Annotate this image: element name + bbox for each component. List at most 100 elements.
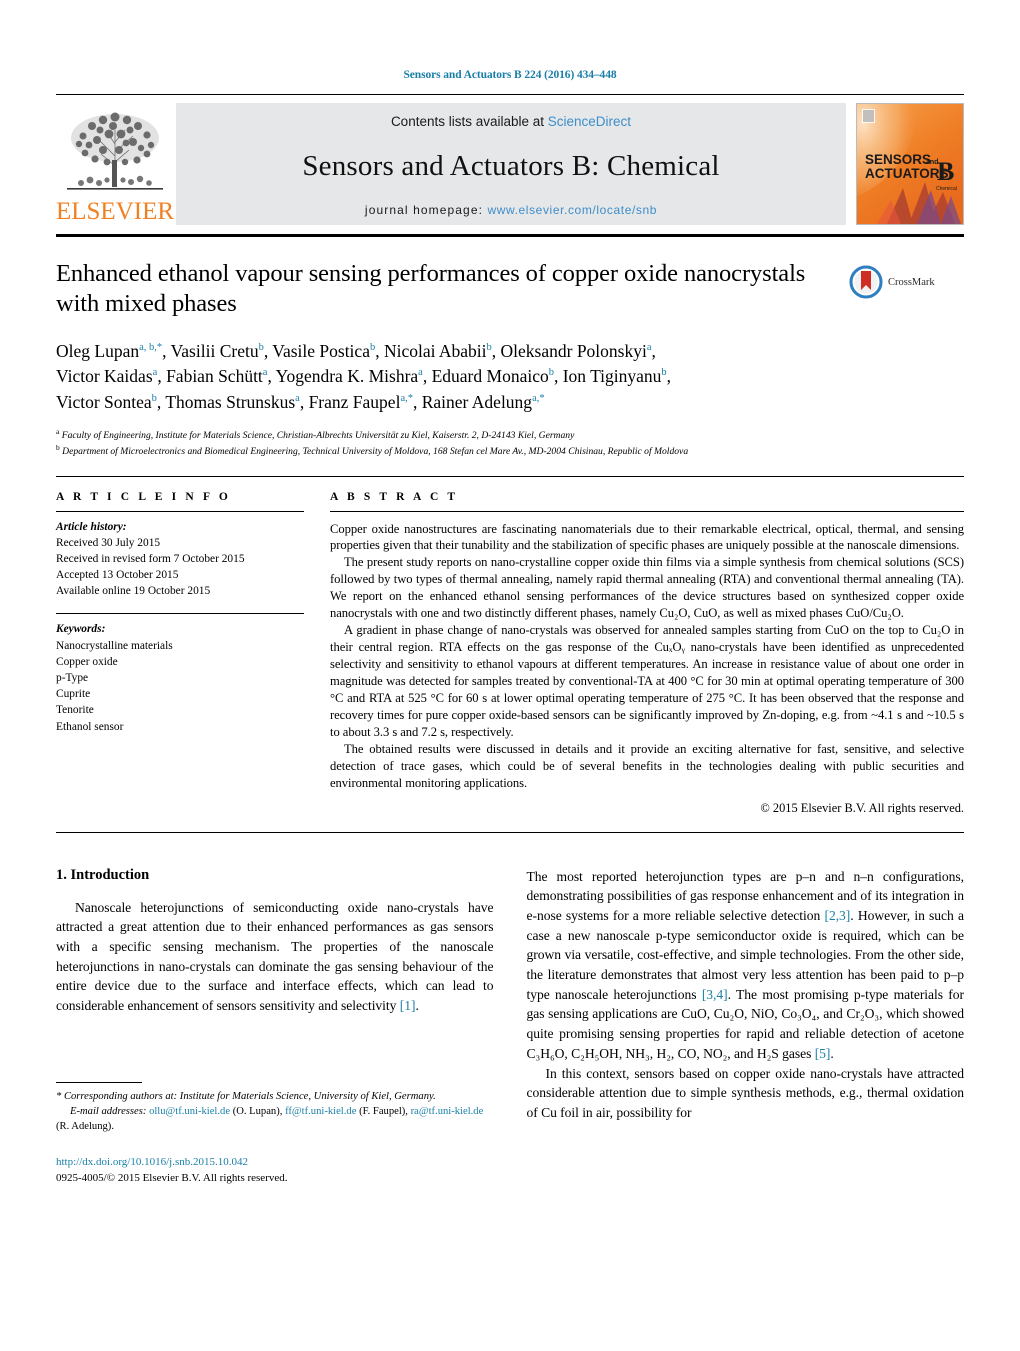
footnote-area: * Corresponding authors at: Institute fo…	[56, 1081, 494, 1187]
affiliation-a: a Faculty of Engineering, Institute for …	[56, 426, 575, 442]
abstract-paragraph: Copper oxide nanostructures are fascinat…	[330, 521, 964, 553]
affiliations: a Faculty of Engineering, Institute for …	[56, 427, 964, 459]
keyword-item: Tenorite	[56, 704, 94, 717]
journal-title: Sensors and Actuators B: Chemical	[302, 149, 720, 182]
keyword-item: Copper oxide	[56, 655, 118, 668]
crossmark-badge[interactable]: CrossMark	[849, 265, 964, 299]
paper-page: Sensors and Actuators B 224 (2016) 434–4…	[0, 0, 1020, 1351]
elsevier-tree-icon	[67, 112, 163, 190]
email-link[interactable]: ff@tf.uni-kiel.de	[285, 1106, 356, 1117]
author-affil-marker: b	[151, 393, 157, 405]
author-affil-marker: a, b,*	[139, 341, 163, 353]
email-owner: (F. Faupel)	[359, 1106, 406, 1117]
email-addresses-note: E-mail addresses: ollu@tf.uni-kiel.de (O…	[56, 1106, 484, 1133]
author-affil-marker: b	[661, 367, 667, 379]
cover-letter-b: B	[937, 157, 954, 186]
journal-homepage-line: journal homepage: www.elsevier.com/locat…	[365, 203, 657, 217]
intro-paragraph-left: Nanoscale heterojunctions of semiconduct…	[56, 899, 494, 1014]
homepage-prefix: journal homepage:	[364, 203, 488, 217]
masthead-center-panel: Contents lists available at ScienceDirec…	[176, 103, 846, 225]
divider-below-masthead	[56, 234, 964, 237]
doi-block: http://dx.doi.org/10.1016/j.snb.2015.10.…	[56, 1154, 494, 1187]
divider-below-title	[56, 475, 964, 477]
svg-text:Chemical: Chemical	[936, 186, 957, 192]
abstract-paragraph: The present study reports on nano-crysta…	[330, 555, 964, 621]
crossmark-label: CrossMark	[888, 276, 935, 288]
contents-prefix: Contents lists available at	[390, 114, 548, 129]
author-affil-marker: a	[152, 367, 158, 379]
author-affil-marker: a	[262, 367, 268, 379]
journal-cover-thumbnail[interactable]: SENSORS and ACTUATORS B Chemical	[856, 103, 964, 225]
keyword-item: Ethanol sensor	[56, 720, 124, 733]
keywords-block: Keywords: Nanocrystalline materials Copp…	[56, 621, 304, 734]
intro-paragraph-right-1: The most reported heterojunction types a…	[526, 868, 965, 1061]
affiliation-a-text: Faculty of Engineering, Institute for Ma…	[61, 430, 575, 442]
info-abstract-region: A R T I C L E I N F O Article history: R…	[56, 491, 964, 816]
keyword-item: Nanocrystalline materials	[56, 639, 173, 652]
history-item: Accepted 13 October 2015	[56, 569, 179, 582]
title-block: Enhanced ethanol vapour sensing performa…	[56, 259, 964, 459]
author-affil-marker: a	[418, 367, 423, 379]
email-link[interactable]: ollu@tf.uni-kiel.de	[149, 1106, 230, 1117]
author-affil-marker: a	[646, 341, 652, 353]
divider-below-abstract	[56, 831, 964, 833]
divider-top	[56, 94, 964, 95]
elsevier-logo: ELSEVIER	[56, 103, 174, 225]
author-affil-marker: b	[548, 367, 554, 379]
email-owner: (O. Lupan)	[232, 1106, 280, 1117]
abstract-column: A B S T R A C T Copper oxide nanostructu…	[330, 491, 964, 816]
journal-cover-art: SENSORS and ACTUATORS B Chemical	[857, 104, 963, 224]
crossmark-icon	[849, 265, 883, 299]
email-link[interactable]: ra@tf.uni-kiel.de	[411, 1106, 484, 1117]
affiliation-b: b Department of Microelectronics and Bio…	[56, 442, 689, 457]
abstract-paragraph: The obtained results were discussed in d…	[330, 741, 964, 790]
history-item: Received 30 July 2015	[56, 536, 161, 549]
body-column-right: The most reported heterojunction types a…	[527, 867, 965, 1187]
article-history-label: Article history:	[56, 520, 127, 533]
affiliation-b-text: Department of Microelectronics and Biome…	[62, 445, 689, 457]
cover-sensors-text: SENSORS	[865, 152, 931, 167]
keywords-label: Keywords:	[56, 623, 106, 636]
author-affil-marker: b	[369, 341, 376, 353]
journal-homepage-link[interactable]: www.elsevier.com/locate/snb	[487, 203, 657, 217]
page-title: Enhanced ethanol vapour sensing performa…	[56, 260, 806, 318]
corresponding-author-note: * Corresponding authors at: Institute fo…	[56, 1089, 494, 1104]
cover-actuators-text: ACTUATORS	[865, 166, 949, 181]
author-affil-marker: a,*	[532, 393, 545, 405]
article-info-heading: A R T I C L E I N F O	[56, 490, 231, 503]
author-affil-marker: a,*	[400, 393, 413, 405]
citation-ref[interactable]: [5]	[815, 1046, 831, 1061]
abstract-heading: A B S T R A C T	[330, 490, 459, 503]
citation-ref[interactable]: [2,3]	[824, 908, 850, 923]
running-head: Sensors and Actuators B 224 (2016) 434–4…	[403, 69, 617, 81]
citation-ref[interactable]: [3,4]	[702, 987, 728, 1002]
article-history-block: Article history: Received 30 July 2015 R…	[56, 519, 304, 600]
keyword-item: p-Type	[56, 672, 89, 684]
body-column-left: 1. Introduction Nanoscale heterojunction…	[56, 867, 494, 1187]
doi-link[interactable]: http://dx.doi.org/10.1016/j.snb.2015.10.…	[56, 1154, 494, 1171]
journal-masthead: ELSEVIER Contents lists available at Sci…	[56, 103, 964, 225]
corresponding-author-text: * Corresponding authors at: Institute fo…	[56, 1090, 436, 1102]
divider-article-info	[56, 510, 304, 512]
divider-keywords	[56, 613, 304, 615]
email-owner: (R. Adelung).	[56, 1121, 114, 1133]
history-item: Available online 19 October 2015	[56, 585, 211, 598]
divider-abstract	[330, 510, 964, 512]
section-heading-introduction: 1. Introduction	[56, 866, 150, 883]
sciencedirect-link[interactable]: ScienceDirect	[548, 114, 631, 129]
author-list: Oleg Lupana, b,*, Vasilii Cretub, Vasile…	[56, 340, 672, 413]
article-info-column: A R T I C L E I N F O Article history: R…	[56, 491, 304, 816]
contents-available-line: Contents lists available at ScienceDirec…	[391, 114, 631, 129]
footnote-divider	[56, 1081, 142, 1083]
elsevier-wordmark: ELSEVIER	[55, 198, 175, 225]
copyright-line: © 2015 Elsevier B.V. All rights reserved…	[760, 800, 964, 815]
body-columns: 1. Introduction Nanoscale heterojunction…	[56, 867, 964, 1187]
email-label: E-mail addresses:	[70, 1106, 147, 1117]
author-affil-marker: b	[258, 341, 264, 353]
history-item: Received in revised form 7 October 2015	[56, 552, 245, 565]
intro-paragraph-right-2: In this context, sensors based on copper…	[526, 1065, 965, 1120]
issn-copyright-line: 0925-4005/© 2015 Elsevier B.V. All right…	[56, 1172, 288, 1184]
abstract-body: Copper oxide nanostructures are fascinat…	[330, 521, 964, 792]
citation-ref[interactable]: [1]	[400, 998, 416, 1013]
abstract-paragraph: A gradient in phase change of nano-cryst…	[330, 623, 964, 739]
